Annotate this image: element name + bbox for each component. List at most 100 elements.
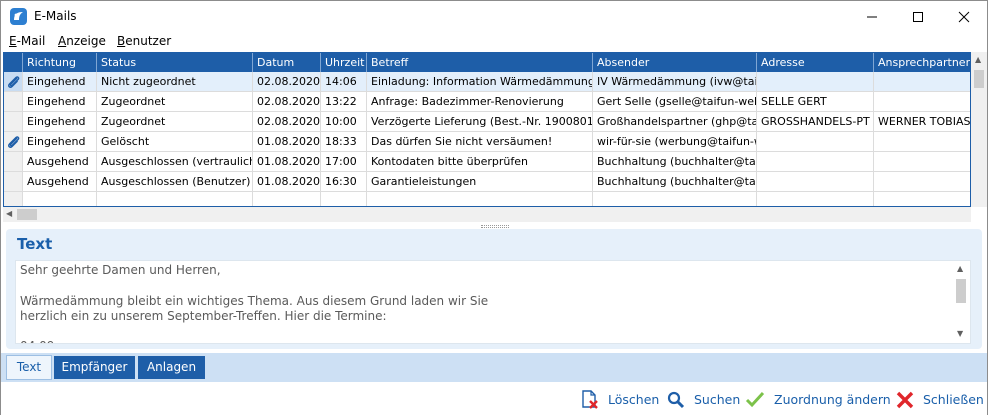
- row-indicator[interactable]: [4, 172, 23, 192]
- cell-status: Gelöscht: [97, 132, 253, 152]
- cell-richtung: Eingehend: [23, 132, 97, 152]
- search-icon: [667, 391, 685, 409]
- column-header-datum[interactable]: Datum: [253, 53, 321, 72]
- column-header-betreff[interactable]: Betreff: [367, 53, 593, 72]
- email-grid: Richtung Status Datum Uhrzeit Betreff Ab…: [3, 52, 987, 222]
- table-row[interactable]: Eingehend Nicht zugeordnet 02.08.2020 14:06…: [4, 72, 970, 92]
- cell-betreff: Das dürfen Sie nicht versäumen!: [367, 132, 593, 152]
- cell-uhrzeit: 13:22: [321, 92, 367, 112]
- cell-uhrzeit: 10:00: [321, 112, 367, 132]
- action-toolbar: Löschen Suchen Zuordnung ändern Schließe…: [1, 382, 987, 415]
- maximize-button[interactable]: [895, 1, 941, 31]
- cell-ansprechpartner: [874, 152, 970, 172]
- attachment-icon: [8, 76, 20, 88]
- cell-uhrzeit: [321, 192, 367, 206]
- cell-adresse: [757, 152, 874, 172]
- cell-richtung: Eingehend: [23, 92, 97, 112]
- cell-datum: 02.08.2020: [253, 72, 321, 92]
- cell-absender: Gert Selle (gselle@taifun-webaj: [593, 92, 757, 112]
- cell-absender: wir-für-sie (werbung@taifun-w: [593, 132, 757, 152]
- grid-horizontal-scrollbar[interactable]: ◀: [3, 207, 971, 222]
- cell-adresse: [757, 172, 874, 192]
- text-vscroll-thumb[interactable]: [956, 279, 966, 303]
- cell-absender: Buchhaltung (buchhalter@taifu: [593, 152, 757, 172]
- cell-richtung: Ausgehend: [23, 172, 97, 192]
- grid-vscroll-thumb[interactable]: [974, 70, 984, 88]
- search-button[interactable]: Suchen: [667, 390, 740, 410]
- row-indicator[interactable]: [4, 72, 23, 92]
- title-bar: E-Mails: [1, 1, 987, 32]
- row-indicator[interactable]: [4, 132, 23, 152]
- attachment-icon: [8, 136, 20, 148]
- cell-ansprechpartner: WERNER TOBIAS: [874, 112, 970, 132]
- close-window-button[interactable]: [941, 1, 987, 31]
- maximize-icon: [913, 12, 923, 22]
- column-header-adresse[interactable]: Adresse: [757, 53, 874, 72]
- table-row-empty[interactable]: [4, 192, 970, 206]
- cell-status: Zugeordnet: [97, 112, 253, 132]
- cell-adresse: SELLE GERT: [757, 92, 874, 112]
- cell-absender: [593, 192, 757, 206]
- cell-ansprechpartner: [874, 72, 970, 92]
- cell-uhrzeit: 14:06: [321, 72, 367, 92]
- tab-anlagen[interactable]: Anlagen: [138, 356, 205, 379]
- scroll-up-icon[interactable]: ▲: [975, 55, 981, 64]
- cell-adresse: [757, 132, 874, 152]
- header-indicator: [4, 53, 23, 72]
- cell-betreff: Garantieleistungen: [367, 172, 593, 192]
- table-row[interactable]: Ausgehend Ausgeschlossen (Benutzer) 01.08.…: [4, 172, 970, 192]
- cell-ansprechpartner: [874, 132, 970, 152]
- minimize-button[interactable]: [849, 1, 895, 31]
- panel-splitter[interactable]: [481, 225, 509, 228]
- table-row[interactable]: Eingehend Gelöscht 01.08.2020 18:33 Das dürf…: [4, 132, 970, 152]
- column-header-uhrzeit[interactable]: Uhrzeit: [321, 53, 367, 72]
- email-body-viewer[interactable]: Sehr geehrte Damen und Herren, Wärmedämm…: [15, 260, 971, 344]
- cell-status: Zugeordnet: [97, 92, 253, 112]
- text-panel: Text Sehr geehrte Damen und Herren, Wärm…: [6, 229, 982, 349]
- cell-ansprechpartner: [874, 92, 970, 112]
- row-indicator[interactable]: [4, 112, 23, 132]
- cell-ansprechpartner: [874, 192, 970, 206]
- row-indicator[interactable]: [4, 152, 23, 172]
- text-panel-heading: Text: [17, 235, 53, 253]
- table-row[interactable]: Ausgehend Ausgeschlossen (vertraulich) 01.…: [4, 152, 970, 172]
- text-vertical-scrollbar[interactable]: ▲ ▼: [952, 261, 970, 343]
- tab-text[interactable]: Text: [6, 355, 52, 380]
- cell-richtung: [23, 192, 97, 206]
- table-row[interactable]: Eingehend Zugeordnet 02.08.2020 10:00 Verzög…: [4, 112, 970, 132]
- table-row[interactable]: Eingehend Zugeordnet 02.08.2020 13:22 Anfrag…: [4, 92, 970, 112]
- cell-status: [97, 192, 253, 206]
- tab-empfaenger[interactable]: Empfänger: [54, 356, 135, 379]
- text-scroll-up-icon[interactable]: ▲: [957, 264, 963, 273]
- close-button[interactable]: Schließen: [896, 390, 984, 410]
- close-label: Schließen: [923, 392, 984, 407]
- cell-uhrzeit: 17:00: [321, 152, 367, 172]
- cell-adresse: [757, 192, 874, 206]
- close-icon: [958, 11, 970, 23]
- window-title: E-Mails: [34, 9, 77, 23]
- change-assignment-label: Zuordnung ändern: [774, 392, 891, 407]
- grid-hscroll-thumb[interactable]: [17, 209, 37, 220]
- cell-absender: IV Wärmedämmung (ivw@taifu: [593, 72, 757, 92]
- email-table: Richtung Status Datum Uhrzeit Betreff Ab…: [3, 52, 971, 207]
- column-header-absender[interactable]: Absender: [593, 53, 757, 72]
- column-header-richtung[interactable]: Richtung: [23, 53, 97, 72]
- cell-status: Nicht zugeordnet: [97, 72, 253, 92]
- text-scroll-down-icon[interactable]: ▼: [957, 329, 963, 338]
- column-header-status[interactable]: Status: [97, 53, 253, 72]
- scroll-left-icon[interactable]: ◀: [6, 209, 12, 218]
- grid-vertical-scrollbar[interactable]: ▲: [971, 52, 987, 207]
- cell-richtung: Eingehend: [23, 72, 97, 92]
- column-header-ansprechpartner[interactable]: Ansprechpartner: [874, 53, 970, 72]
- row-indicator[interactable]: [4, 192, 23, 206]
- menu-benutzer[interactable]: Benutzer: [117, 34, 171, 48]
- delete-button[interactable]: Löschen: [581, 390, 661, 410]
- minimize-icon: [867, 16, 877, 18]
- cell-ansprechpartner: [874, 172, 970, 192]
- change-assignment-button[interactable]: Zuordnung ändern: [745, 390, 891, 410]
- row-indicator[interactable]: [4, 92, 23, 112]
- delete-label: Löschen: [608, 392, 660, 407]
- menu-anzeige[interactable]: Anzeige: [58, 34, 106, 48]
- cell-datum: 01.08.2020: [253, 172, 321, 192]
- menu-email[interactable]: E-Mail: [9, 34, 45, 48]
